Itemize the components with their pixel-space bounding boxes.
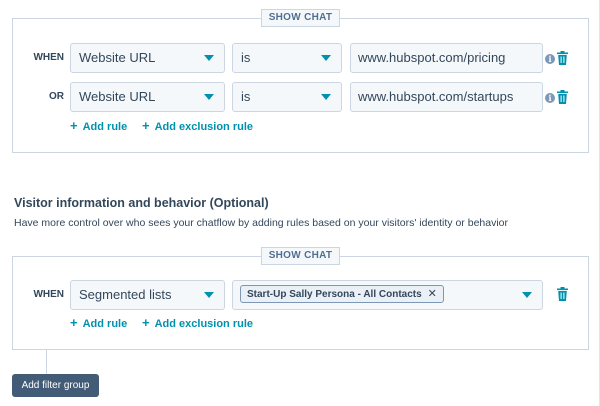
info-icon[interactable]: i — [545, 54, 555, 64]
property-select[interactable]: Segmented lists — [70, 280, 225, 310]
add-exclusion-rule-link[interactable]: + Add exclusion rule — [142, 118, 253, 133]
chevron-down-icon — [321, 55, 331, 61]
section-description: Have more control over who sees your cha… — [14, 217, 509, 229]
property-select-value: Website URL — [79, 89, 156, 104]
selected-list-tag: Start-Up Sally Persona - All Contacts ✕ — [240, 285, 444, 303]
show-chat-badge: SHOW CHAT — [261, 247, 340, 265]
row-connector-when: WHEN — [33, 289, 64, 300]
url-value-field[interactable]: www.hubspot.com/pricing — [350, 43, 543, 73]
add-rule-label: Add rule — [82, 121, 128, 133]
chatflow-targeting-panel: SHOW CHAT WHEN Website URL is www.hubspo… — [0, 0, 600, 406]
info-icon[interactable]: i — [545, 93, 555, 103]
chevron-down-icon — [522, 292, 532, 298]
close-icon[interactable]: ✕ — [428, 288, 437, 300]
row-connector-or: OR — [49, 91, 64, 102]
property-select-value: Segmented lists — [79, 287, 172, 302]
add-rule-link[interactable]: + Add rule — [70, 315, 127, 330]
add-exclusion-rule-link[interactable]: + Add exclusion rule — [142, 315, 253, 330]
operator-select-value: is — [241, 89, 251, 104]
group-connector-line — [46, 350, 47, 374]
chevron-down-icon — [204, 292, 214, 298]
chevron-down-icon — [204, 94, 214, 100]
chevron-down-icon — [321, 94, 331, 100]
plus-icon: + — [70, 315, 78, 330]
property-select[interactable]: Website URL — [70, 43, 225, 73]
section-title: Visitor information and behavior (Option… — [14, 196, 269, 210]
plus-icon: + — [70, 118, 78, 133]
add-rule-link[interactable]: + Add rule — [70, 118, 127, 133]
show-chat-badge: SHOW CHAT — [261, 9, 340, 27]
selected-list-tag-label: Start-Up Sally Persona - All Contacts — [247, 289, 422, 300]
operator-select[interactable]: is — [232, 43, 342, 73]
operator-select[interactable]: is — [232, 82, 342, 112]
property-select-value: Website URL — [79, 50, 156, 65]
add-filter-group-button[interactable]: Add filter group — [12, 374, 99, 397]
url-value-field[interactable]: www.hubspot.com/startups — [350, 82, 543, 112]
operator-select-value: is — [241, 50, 251, 65]
add-rule-label: Add rule — [82, 318, 128, 330]
add-exclusion-rule-label: Add exclusion rule — [154, 121, 254, 133]
chevron-down-icon — [204, 55, 214, 61]
trash-icon[interactable] — [557, 287, 568, 301]
row-connector-when: WHEN — [33, 52, 64, 63]
plus-icon: + — [142, 118, 150, 133]
trash-icon[interactable] — [557, 90, 568, 104]
add-exclusion-rule-label: Add exclusion rule — [154, 318, 254, 330]
plus-icon: + — [142, 315, 150, 330]
trash-icon[interactable] — [557, 51, 568, 65]
property-select[interactable]: Website URL — [70, 82, 225, 112]
